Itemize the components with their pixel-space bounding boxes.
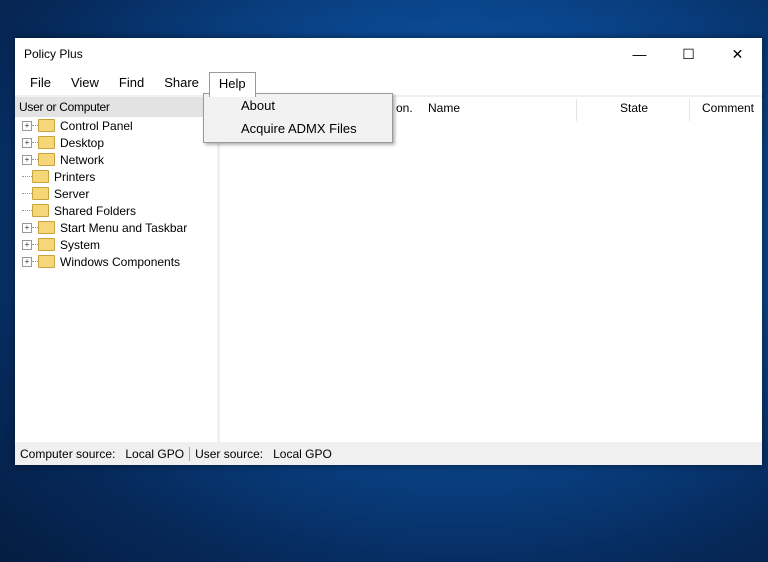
menu-bar: File View Find Share Help [15,70,762,97]
tree-node-label: Control Panel [60,118,133,133]
folder-icon [38,136,55,149]
folder-icon [38,153,55,166]
menu-item-about[interactable]: About [204,94,392,117]
folder-icon [32,187,49,200]
computer-source-label: Computer source: [20,446,116,461]
status-bar: Computer source: Local GPO User source: … [15,442,762,465]
policy-list: on. Name State Comment [220,97,762,442]
column-comment[interactable]: Comment [702,97,754,119]
tree-node[interactable]: + Start Menu and Taskbar [15,219,217,236]
help-dropdown: About Acquire ADMX Files [203,93,393,143]
user-source-label: User source: [195,446,264,461]
close-button[interactable]: ✕ [713,38,762,70]
tree-line [22,210,32,211]
folder-icon [38,238,55,251]
expand-icon[interactable]: + [22,239,32,250]
category-tree-pane: User or Computer + Control Panel + Desktop +… [15,97,217,442]
tree-node[interactable]: + Control Panel [15,117,217,134]
menu-item-acquire-admx[interactable]: Acquire ADMX Files [204,117,392,140]
folder-icon [38,255,55,268]
tree-node-label: Server [54,186,90,201]
menu-find[interactable]: Find [109,71,154,94]
tree-node-label: Network [60,152,105,167]
tree-node[interactable]: + System [15,236,217,253]
tree-node-label: Start Menu and Taskbar [60,220,188,235]
tree-header[interactable]: User or Computer [15,97,217,117]
tree-node[interactable]: + Desktop [15,134,217,151]
tree-node-label: Windows Components [60,254,181,269]
category-tree: + Control Panel + Desktop + Network Printers Se… [15,117,217,270]
column-state[interactable]: State [620,97,648,119]
tree-node-label: Shared Folders [54,203,137,218]
column-separator [689,99,690,121]
computer-source-value: Local GPO [120,446,191,461]
expand-icon[interactable]: + [22,137,32,148]
expand-icon[interactable]: + [22,256,32,267]
tree-node-label: Desktop [60,135,105,150]
folder-icon [38,221,55,234]
expand-icon[interactable]: + [22,154,32,165]
title-bar: Policy Plus — ☐ ✕ [15,38,762,70]
column-partial[interactable]: on. [396,97,413,119]
user-source-value: Local GPO [273,446,332,461]
expand-icon[interactable]: + [22,222,32,233]
column-separator [576,99,577,121]
menu-share[interactable]: Share [154,71,209,94]
tree-node[interactable]: Shared Folders [15,202,217,219]
folder-icon [32,204,49,217]
folder-icon [38,119,55,132]
window-title: Policy Plus [24,47,83,61]
tree-node[interactable]: + Network [15,151,217,168]
menu-view[interactable]: View [61,71,109,94]
tree-node[interactable]: Server [15,185,217,202]
minimize-button[interactable]: — [615,38,664,70]
expand-icon[interactable]: + [22,120,32,131]
tree-node-label: Printers [54,169,96,184]
menu-help[interactable]: Help [208,71,256,97]
maximize-button[interactable]: ☐ [664,38,713,70]
tree-line [22,193,32,194]
tree-line [22,176,32,177]
tree-node[interactable]: + Windows Components [15,253,217,270]
menu-file[interactable]: File [20,71,61,94]
folder-icon [32,170,49,183]
tree-node[interactable]: Printers [15,168,217,185]
tree-node-label: System [60,237,101,252]
column-name[interactable]: Name [428,97,460,119]
